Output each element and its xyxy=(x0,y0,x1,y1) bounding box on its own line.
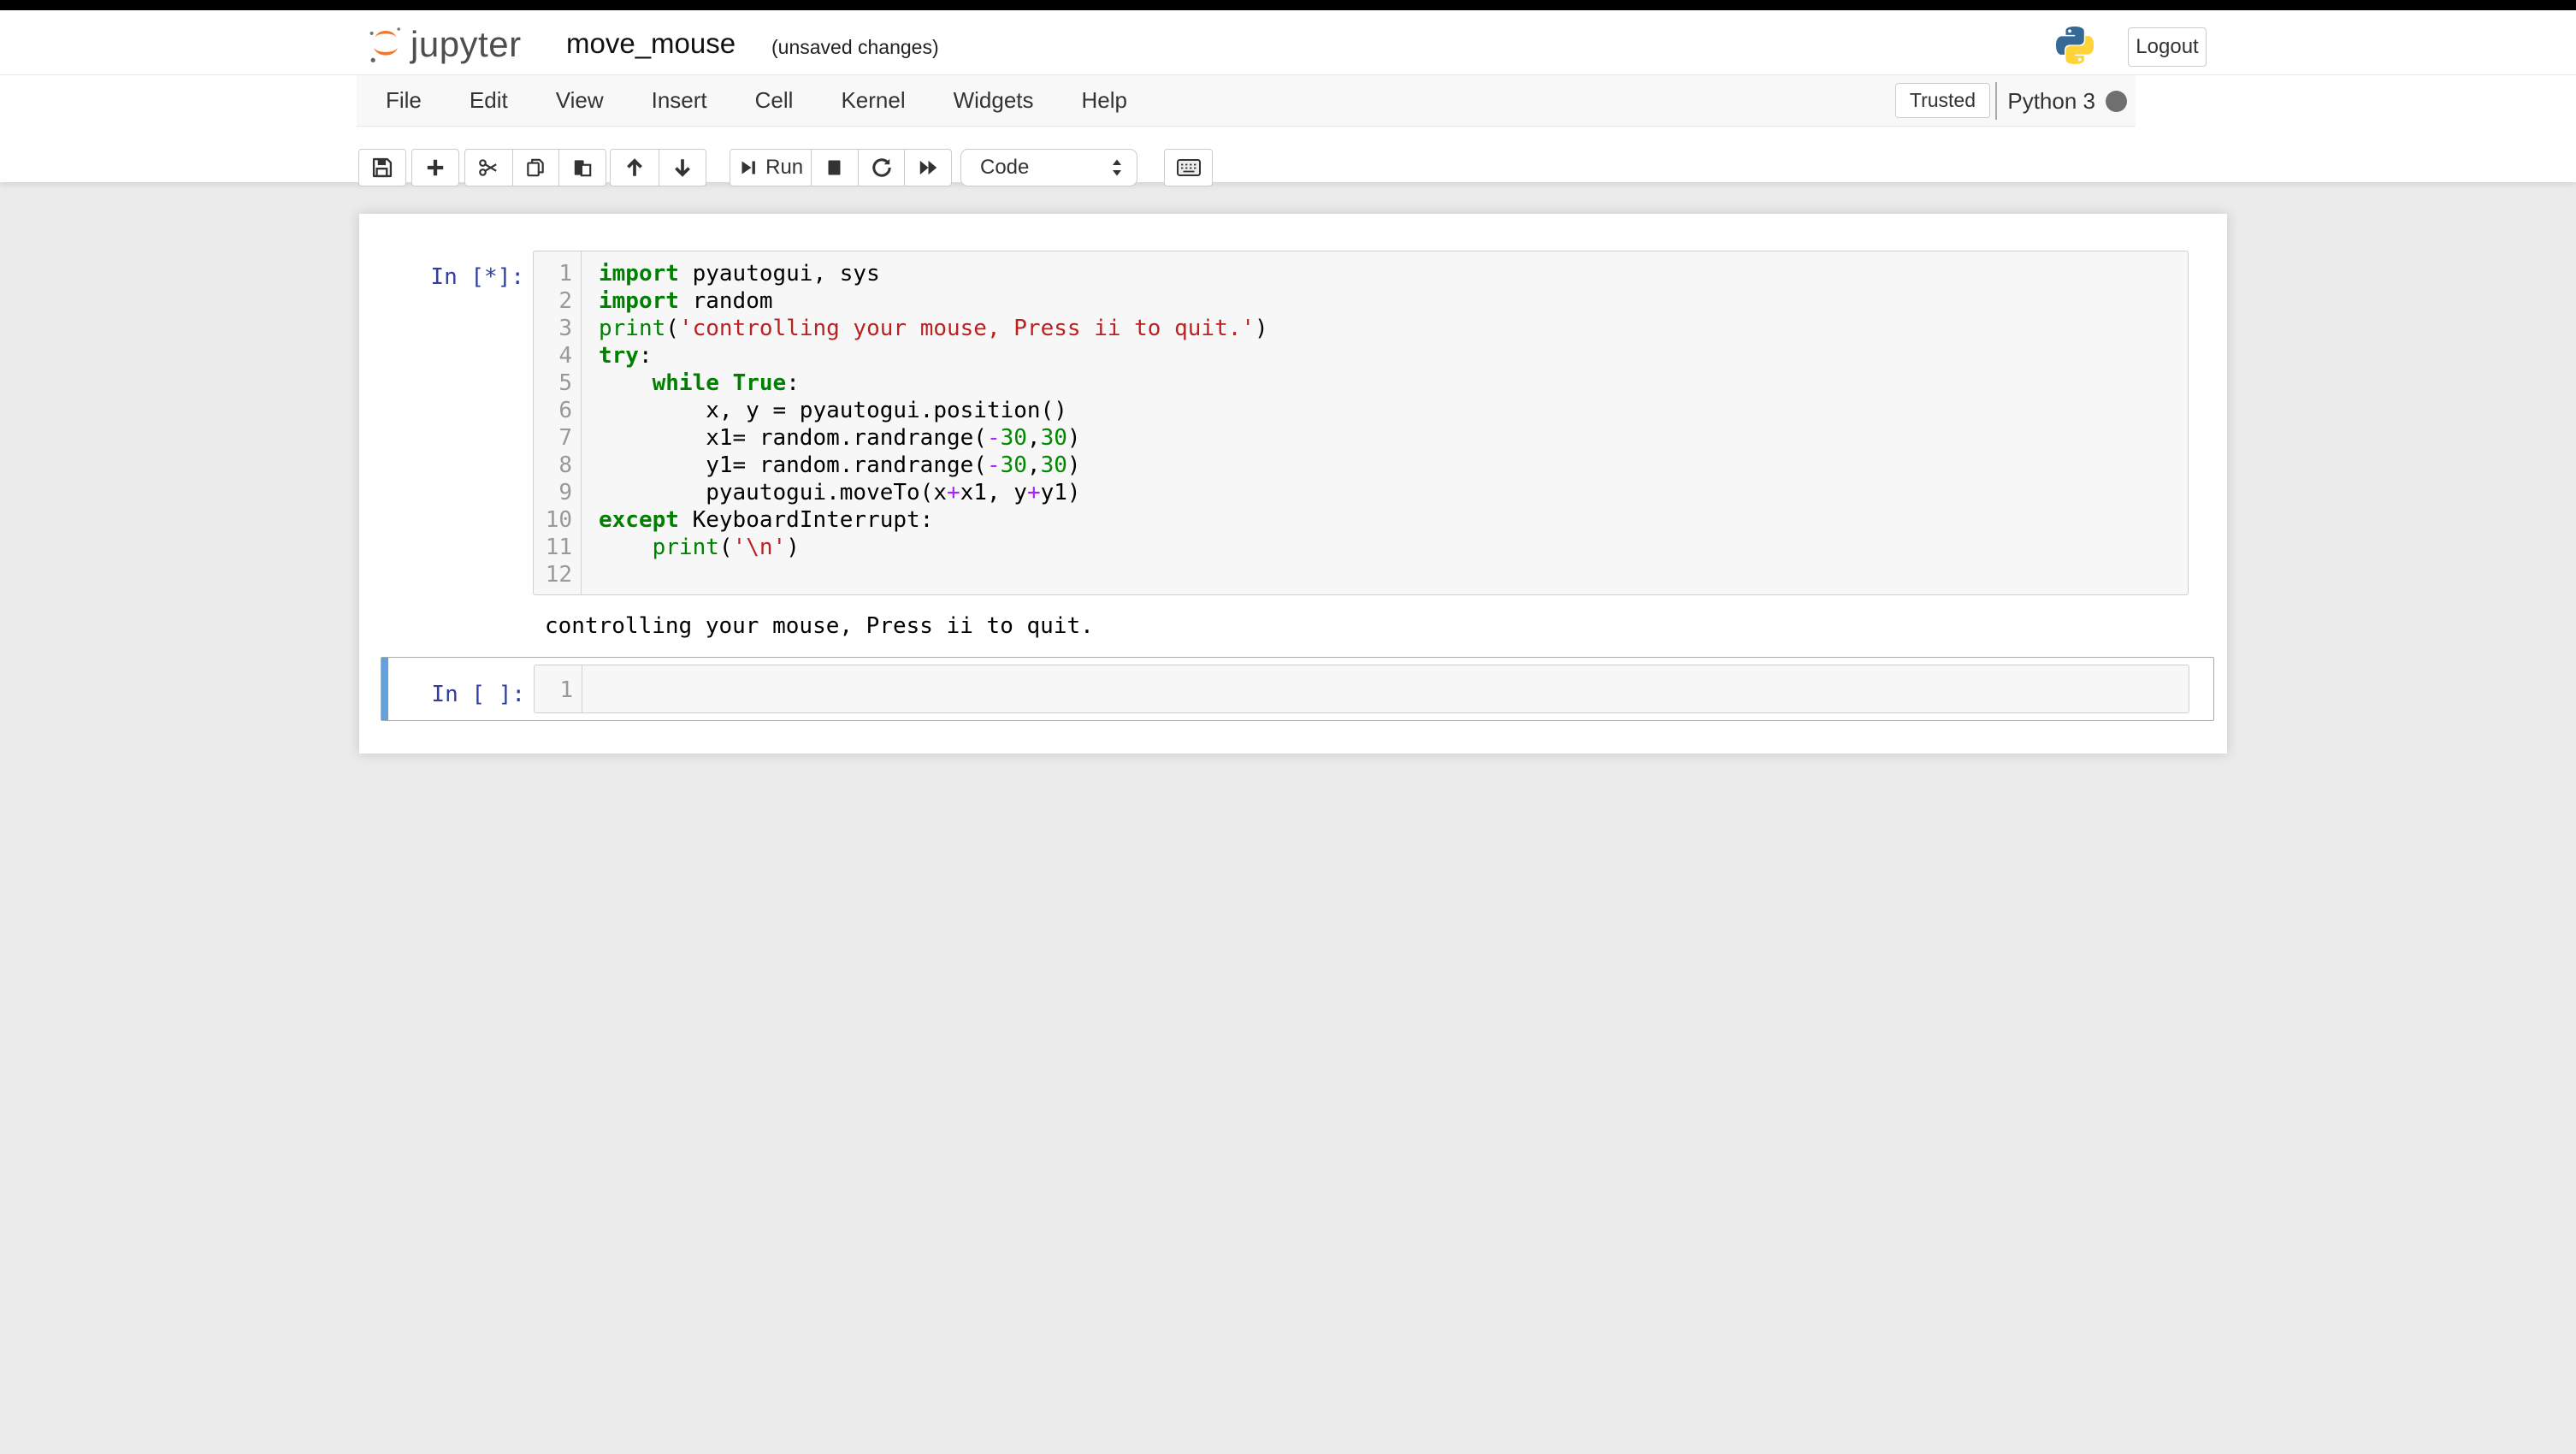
line-numbers: 123456789101112 xyxy=(534,251,582,594)
plus-icon xyxy=(424,157,446,179)
menubar: File Edit View Insert Cell Kernel Widget… xyxy=(357,75,2136,127)
header: jupyter move_mouse (unsaved changes) Log… xyxy=(0,10,2576,182)
stream-output-text: controlling your mouse, Press ii to quit… xyxy=(545,612,2170,640)
run-button[interactable]: Run xyxy=(730,150,811,186)
keyboard-icon xyxy=(1175,157,1202,179)
header-logo-row: jupyter move_mouse (unsaved changes) Log… xyxy=(0,10,2576,75)
cell-type-dropdown[interactable]: Code xyxy=(960,149,1137,186)
menu-view[interactable]: View xyxy=(532,75,628,126)
empty-code-editor[interactable]: 1 xyxy=(534,665,2189,713)
arrow-up-icon xyxy=(623,157,646,179)
move-cell-button-group xyxy=(610,149,706,186)
step-forward-icon xyxy=(738,157,759,178)
interrupt-kernel-button[interactable] xyxy=(811,150,858,186)
move-cell-down-button[interactable] xyxy=(659,150,706,186)
scissors-icon xyxy=(477,157,499,179)
kernel-indicator-area: Python 3 xyxy=(1995,82,2127,120)
selected-empty-cell[interactable]: In [ ]: 1 xyxy=(381,657,2214,721)
line-numbers: 1 xyxy=(535,665,582,712)
jupyter-wordmark: jupyter xyxy=(411,24,522,65)
paste-icon xyxy=(571,157,594,179)
paste-cells-button[interactable] xyxy=(558,150,606,186)
menu-edit[interactable]: Edit xyxy=(446,75,532,126)
clipboard-button-group xyxy=(464,149,606,186)
output-area: controlling your mouse, Press ii to quit… xyxy=(545,612,2170,647)
fast-forward-icon xyxy=(917,157,939,179)
input-prompt-busy: In [*]: xyxy=(381,264,533,290)
menu-insert[interactable]: Insert xyxy=(628,75,731,126)
run-button-label: Run xyxy=(765,156,803,180)
copy-cells-button[interactable] xyxy=(512,150,559,186)
notebook-container: In [*]: 123456789101112 import pyautogui… xyxy=(359,214,2227,754)
checkpoint-status: (unsaved changes) xyxy=(771,36,939,59)
save-icon xyxy=(370,156,394,180)
menu-items: File Edit View Insert Cell Kernel Widget… xyxy=(357,75,2136,126)
menu-kernel[interactable]: Kernel xyxy=(817,75,929,126)
trusted-badge[interactable]: Trusted xyxy=(1895,83,1990,118)
code-lines: import pyautogui, sysimport randomprint(… xyxy=(582,251,2188,594)
cell-type-value: Code xyxy=(961,156,1109,180)
kernel-busy-indicator xyxy=(2106,91,2127,112)
notebook-title[interactable]: move_mouse xyxy=(566,27,736,60)
kernel-divider xyxy=(1995,82,1997,120)
code-cell-editor[interactable]: 123456789101112 import pyautogui, sysimp… xyxy=(533,251,2189,595)
stop-icon xyxy=(824,157,845,178)
arrow-down-icon xyxy=(671,157,694,179)
save-button[interactable] xyxy=(358,149,406,186)
move-cell-up-button[interactable] xyxy=(611,150,659,186)
restart-icon xyxy=(871,157,893,179)
cut-cells-button[interactable] xyxy=(465,150,512,186)
code-lines xyxy=(582,665,2189,712)
menu-help[interactable]: Help xyxy=(1058,75,1151,126)
jupyter-notebook-app: jupyter move_mouse (unsaved changes) Log… xyxy=(0,0,2576,1454)
toolbar: Run xyxy=(0,127,2576,182)
run-button-group: Run xyxy=(730,149,952,186)
command-palette-button[interactable] xyxy=(1164,149,1213,186)
input-prompt-empty: In [ ]: xyxy=(381,682,534,707)
letterbox-bar xyxy=(0,0,2576,10)
logout-button[interactable]: Logout xyxy=(2128,27,2207,67)
menu-cell[interactable]: Cell xyxy=(731,75,818,126)
restart-kernel-button[interactable] xyxy=(858,150,905,186)
dropdown-stepper-icon xyxy=(1109,157,1125,179)
jupyter-logo[interactable]: jupyter xyxy=(366,19,522,70)
jupyter-logo-icon xyxy=(366,23,405,66)
kernel-name: Python 3 xyxy=(2007,88,2095,115)
menu-widgets[interactable]: Widgets xyxy=(930,75,1058,126)
copy-icon xyxy=(524,157,547,179)
menu-file[interactable]: File xyxy=(362,75,446,126)
restart-run-all-button[interactable] xyxy=(904,150,951,186)
insert-cell-below-button[interactable] xyxy=(411,149,459,186)
python-logo-icon xyxy=(2056,25,2094,66)
